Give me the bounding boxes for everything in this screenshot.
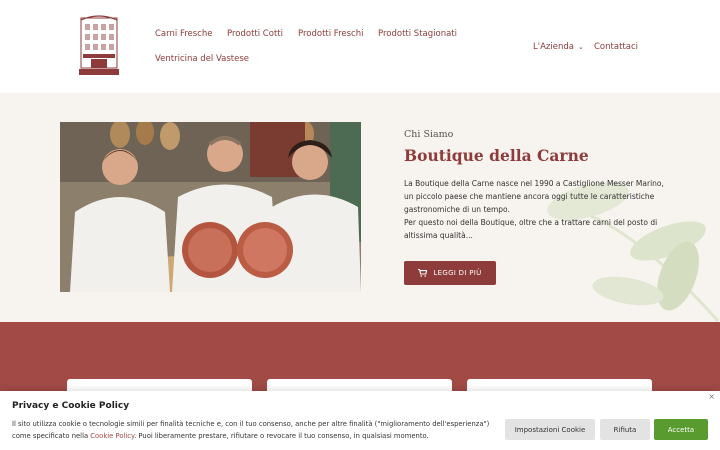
nav-carni-fresche[interactable]: Carni Fresche [155, 29, 212, 39]
description-paragraph-1: La Boutique della Carne nasce nel 1990 a… [404, 179, 664, 214]
cookie-settings-button[interactable]: Impostazioni Cookie [505, 419, 595, 440]
nav-prodotti-stagionati[interactable]: Prodotti Stagionati [378, 29, 457, 39]
section-title: Boutique della Carne [404, 146, 589, 165]
team-photo [60, 122, 361, 292]
nav-ventricina-del-vastese[interactable]: Ventricina del Vastese [155, 54, 249, 64]
cookie-description: Il sito utilizza cookie o tecnologie sim… [12, 418, 492, 442]
nav-contattaci[interactable]: Contattaci [594, 42, 638, 52]
nav-azienda-label: L'Azienda [533, 42, 574, 52]
description-paragraph-2: Per questo noi della Boutique, oltre che… [404, 218, 658, 240]
section-kicker: Chi Siamo [404, 129, 454, 140]
nav-prodotti-freschi[interactable]: Prodotti Freschi [298, 29, 363, 39]
read-more-button[interactable]: LEGGI DI PIÙ [404, 261, 496, 285]
section-description: La Boutique della Carne nasce nel 1990 a… [404, 177, 666, 242]
about-section: Chi Siamo Boutique della Carne La Boutiq… [0, 93, 720, 322]
nav-prodotti-cotti[interactable]: Prodotti Cotti [227, 29, 283, 39]
nav-azienda[interactable]: L'Azienda ⌄ [533, 42, 584, 52]
cookie-text-end: . Puoi liberamente prestare, rifiutare o… [134, 432, 429, 440]
chevron-down-icon: ⌄ [577, 43, 584, 51]
close-icon[interactable]: × [708, 392, 715, 401]
read-more-label: LEGGI DI PIÙ [433, 269, 482, 277]
site-header: Carni Fresche Prodotti Cotti Prodotti Fr… [0, 0, 720, 93]
brand-logo[interactable] [77, 12, 121, 79]
cookie-policy-link[interactable]: Cookie Policy [90, 432, 134, 440]
cookie-reject-button[interactable]: Rifiuta [600, 419, 650, 440]
cookie-title: Privacy e Cookie Policy [12, 401, 130, 411]
cart-icon [418, 269, 428, 277]
cookie-banner: × Privacy e Cookie Policy Il sito utiliz… [0, 391, 720, 450]
cookie-accept-button[interactable]: Accetta [654, 419, 708, 440]
